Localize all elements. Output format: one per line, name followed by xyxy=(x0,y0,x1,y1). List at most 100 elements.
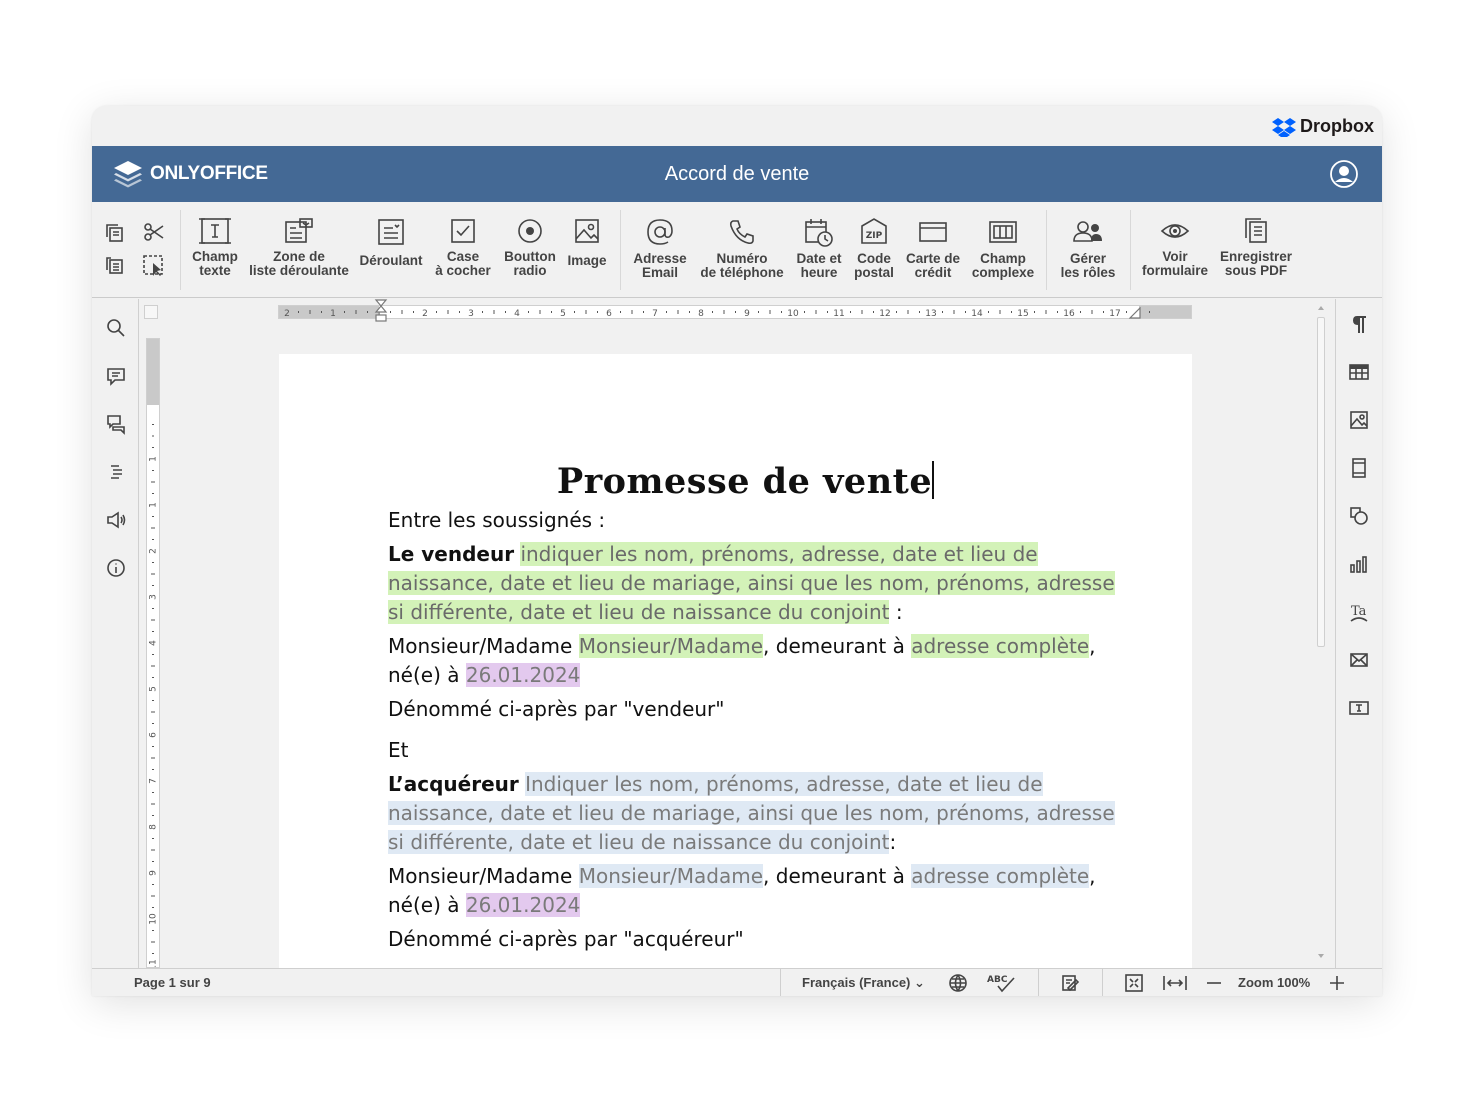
status-separator xyxy=(1038,969,1039,996)
chart-icon[interactable] xyxy=(1348,553,1370,575)
credit-card-button[interactable]: Carte de crédit xyxy=(902,216,964,280)
dropbox-icon xyxy=(1272,117,1296,137)
tab-selector[interactable] xyxy=(144,305,158,319)
navigation-icon[interactable] xyxy=(105,461,127,483)
chat-icon[interactable] xyxy=(105,413,127,435)
right-indent-marker-icon[interactable] xyxy=(1129,307,1141,319)
dropdown-button[interactable]: Déroulant xyxy=(358,216,424,268)
users-icon xyxy=(1073,221,1102,242)
track-changes-icon[interactable] xyxy=(1060,973,1080,993)
scroll-down-icon[interactable] xyxy=(1316,951,1326,961)
svg-text:Ta: Ta xyxy=(1351,604,1367,619)
app-window: Dropbox ONLYOFFICE Accord de vente Champ… xyxy=(92,106,1382,996)
horizontal-ruler[interactable]: 2 1 1 2 3 4 5 6 7 8 9 10 11 12 13 14 15 16 17 xyxy=(278,305,1192,319)
checkbox-button[interactable]: Case à cocher xyxy=(434,216,492,278)
info-icon[interactable] xyxy=(105,557,127,579)
seller-named-paragraph[interactable]: Dénommé ci-après par "vendeur" xyxy=(388,695,1118,724)
document-body[interactable]: Promesse de vente Entre les soussignés :… xyxy=(388,458,1118,959)
document-page[interactable]: Promesse de vente Entre les soussignés :… xyxy=(279,354,1192,970)
ruler-tick-label: 10 xyxy=(149,913,159,925)
buyer-named-paragraph[interactable]: Dénommé ci-après par "acquéreur" xyxy=(388,925,1118,954)
ruler-tick-label: 2 xyxy=(284,309,290,318)
language-selector[interactable]: Français (France) ⌄ xyxy=(802,975,925,991)
mail-merge-icon[interactable] xyxy=(1348,649,1370,671)
view-form-button[interactable]: Voir formulaire xyxy=(1138,216,1212,278)
indent-marker-icon[interactable] xyxy=(374,299,388,325)
page-indicator[interactable]: Page 1 sur 9 xyxy=(134,975,211,990)
seller-born-prefix: né(e) à xyxy=(388,663,466,687)
feedback-icon[interactable] xyxy=(105,509,127,531)
phone-field-button[interactable]: Numéro de téléphone xyxy=(698,216,786,280)
zoom-out-icon[interactable] xyxy=(1205,973,1223,993)
paste-icon[interactable] xyxy=(104,254,126,276)
buyer-date-field[interactable]: 26.01.2024 xyxy=(465,893,581,917)
complex-field-button[interactable]: Champ complexe xyxy=(968,216,1038,280)
ruler-tick-label: 2 xyxy=(422,309,428,318)
buyer-addr-prefix: , demeurant à xyxy=(763,864,912,888)
table-icon[interactable] xyxy=(1348,361,1370,383)
vertical-scrollbar[interactable] xyxy=(1314,299,1328,968)
buyer-label: L’acquéreur xyxy=(388,772,519,796)
image-icon xyxy=(575,219,599,243)
vertical-ruler[interactable]: 1123456789101112 xyxy=(146,338,160,968)
search-icon[interactable] xyxy=(105,317,127,339)
ruler-tick-label: 1 xyxy=(149,456,159,462)
radio-button-button[interactable]: Boutton radio xyxy=(502,216,558,278)
user-avatar-button[interactable] xyxy=(1330,160,1358,188)
zoom-in-icon[interactable] xyxy=(1328,973,1346,993)
paragraph-icon[interactable] xyxy=(1348,313,1370,335)
fit-page-icon[interactable] xyxy=(1124,973,1144,993)
seller-address-field[interactable]: adresse complète xyxy=(911,634,1090,658)
header-footer-icon[interactable] xyxy=(1348,457,1370,479)
comment-icon[interactable] xyxy=(105,365,127,387)
cut-icon[interactable] xyxy=(142,220,166,244)
save-as-pdf-button[interactable]: Enregistrer sous PDF xyxy=(1216,216,1296,278)
ruler-tick-label: 13 xyxy=(925,309,936,318)
checkbox-label: Case à cocher xyxy=(435,249,491,278)
text-field-label: Champ texte xyxy=(192,249,238,278)
email-field-button[interactable]: Adresse Email xyxy=(628,216,692,280)
credit-card-label: Carte de crédit xyxy=(905,251,961,280)
ruler-tick-label: 7 xyxy=(149,778,159,784)
image-field-button[interactable]: Image xyxy=(564,216,610,268)
toolbar-separator xyxy=(1130,210,1131,290)
intro-paragraph[interactable]: Entre les soussignés : xyxy=(388,506,1118,535)
save-as-pdf-label: Enregistrer sous PDF xyxy=(1219,249,1293,278)
complex-field-icon xyxy=(989,221,1017,243)
text-art-icon[interactable]: Ta xyxy=(1348,601,1370,623)
scrollbar-thumb[interactable] xyxy=(1317,317,1325,647)
ruler-tick-label: 9 xyxy=(149,870,159,876)
scroll-up-icon[interactable] xyxy=(1316,303,1326,313)
ruler-tick-label: 1 xyxy=(330,309,336,318)
buyer-civility-paragraph[interactable]: Monsieur/Madame Monsieur/Madame, demeura… xyxy=(388,862,1118,920)
manage-roles-button[interactable]: Gérer les rôles xyxy=(1056,216,1120,280)
ruler-tick-label: 11 xyxy=(149,959,159,967)
text-field-icon xyxy=(199,218,231,244)
buyer-civility-field[interactable]: Monsieur/Madame xyxy=(578,864,764,888)
date-time-button[interactable]: Date et heure xyxy=(792,216,846,280)
copy-icon[interactable] xyxy=(104,222,126,244)
buyer-paragraph[interactable]: L’acquéreur Indiquer les nom, prénoms, a… xyxy=(388,770,1118,857)
text-field-button[interactable]: Champ texte xyxy=(190,216,240,278)
and-paragraph[interactable]: Et xyxy=(388,736,1118,765)
globe-icon[interactable] xyxy=(948,973,968,993)
seller-civility-field[interactable]: Monsieur/Madame xyxy=(578,634,764,658)
select-all-icon[interactable] xyxy=(142,254,166,278)
toolbar-separator xyxy=(180,210,181,290)
seller-paragraph[interactable]: Le vendeur indiquer les nom, prénoms, ad… xyxy=(388,540,1118,627)
buyer-address-field[interactable]: adresse complète xyxy=(911,864,1090,888)
zip-code-button[interactable]: ZIP Code postal xyxy=(850,216,898,280)
shape-icon[interactable] xyxy=(1348,505,1370,527)
vertical-ruler-ticks: 1123456789101112 xyxy=(149,424,159,967)
fit-width-icon[interactable] xyxy=(1162,973,1188,993)
forms-toolbar: Champ texte Zone de liste déroulante Dér… xyxy=(92,202,1382,298)
svg-text:ABC: ABC xyxy=(987,975,1008,985)
combo-box-button[interactable]: Zone de liste déroulante xyxy=(247,216,351,278)
document-heading[interactable]: Promesse de vente xyxy=(373,458,1118,506)
form-settings-icon[interactable] xyxy=(1348,697,1370,719)
seller-date-field[interactable]: 26.01.2024 xyxy=(465,663,581,687)
spellcheck-icon[interactable]: ABC xyxy=(986,972,1018,994)
zoom-level[interactable]: Zoom 100% xyxy=(1238,975,1310,990)
image-settings-icon[interactable] xyxy=(1348,409,1370,431)
seller-civility-paragraph[interactable]: Monsieur/Madame Monsieur/Madame, demeura… xyxy=(388,632,1118,690)
